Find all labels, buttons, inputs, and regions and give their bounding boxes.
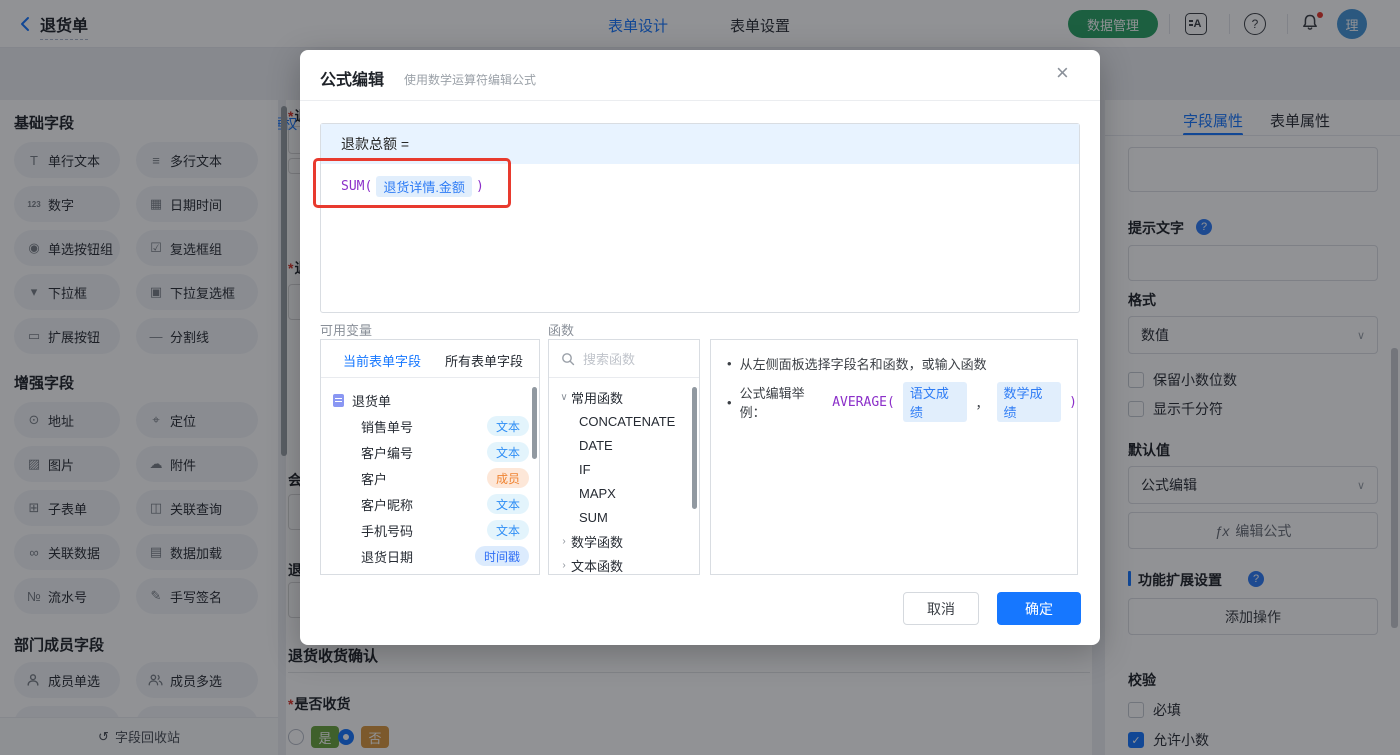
formula-editor[interactable]: 退款总额 = SUM( 退货详情.金额 ) [320, 123, 1080, 313]
function-item[interactable]: IF [549, 457, 699, 481]
function-item[interactable]: MAPX [549, 481, 699, 505]
type-badge: 成员 [486, 468, 529, 488]
function-item[interactable]: SUM [549, 505, 699, 529]
function-item[interactable]: CONCATENATE [549, 409, 699, 433]
variable-row[interactable]: 客户编号 文本 [321, 439, 539, 465]
function-item[interactable]: DATE [549, 433, 699, 457]
field-chip[interactable]: 退货详情.金额 [376, 176, 472, 197]
example-function-name: AVERAGE( [832, 394, 895, 410]
help-tip-2: • 公式编辑举例： AVERAGE(语文成绩，数学成绩) [727, 382, 1077, 422]
function-group-math[interactable]: › 数学函数 [549, 529, 699, 553]
functions-panel: 搜索函数 ∨ 常用函数 CONCATENATE DATE IF MAPX SUM … [548, 339, 700, 575]
functions-label: 函数 [548, 323, 575, 338]
divider [300, 100, 1100, 101]
type-badge: 时间戳 [474, 546, 529, 566]
closing-paren: ) [475, 179, 484, 194]
variables-scrollbar[interactable] [532, 387, 537, 459]
dialog-title: 公式编辑 [320, 72, 385, 89]
function-name: SUM( [341, 179, 373, 194]
type-badge: 文本 [486, 520, 529, 540]
search-icon [562, 352, 575, 365]
type-badge: 文本 [486, 416, 529, 436]
type-badge: 文本 [486, 494, 529, 514]
variables-panel: 当前表单字段 所有表单字段 退货单 销售单号 文本 客户编号 文本 客户 成员 客户昵… [320, 339, 540, 575]
variables-label: 可用变量 [320, 323, 373, 338]
app-window: 退货单 表单设计 表单设置 数据管理 A ? 理 ⊘ 表单外链 ⊡ 后端脚本 ▥… [0, 0, 1400, 755]
function-group-common[interactable]: ∨ 常用函数 [549, 385, 699, 409]
cancel-button[interactable]: 取消 [903, 592, 979, 625]
variable-row[interactable]: 手机号码 文本 [321, 517, 539, 543]
variable-row[interactable]: 客户 成员 [321, 465, 539, 491]
chevron-down-icon: ∨ [560, 391, 568, 403]
formula-expression[interactable]: SUM( 退货详情.金额 ) [341, 176, 484, 197]
function-search-box[interactable]: 搜索函数 [549, 340, 699, 378]
example-closing-paren: ) [1069, 394, 1077, 410]
type-badge: 文本 [486, 442, 529, 462]
close-icon[interactable]: × [1056, 62, 1069, 84]
tab-all-form-fields[interactable]: 所有表单字段 [445, 351, 523, 370]
variable-row[interactable]: 客户昵称 文本 [321, 491, 539, 517]
chevron-right-icon: › [562, 559, 566, 571]
function-group-text[interactable]: › 文本函数 [549, 553, 699, 577]
formula-edit-dialog: 公式编辑 使用数学运算符编辑公式 × 退款总额 = SUM( 退货详情.金额 )… [300, 50, 1100, 645]
help-tip-1: • 从左侧面板选择字段名和函数，或输入函数 [727, 356, 987, 372]
tree-root-form[interactable]: 退货单 [321, 387, 539, 413]
variable-row[interactable]: 销售单号 文本 [321, 413, 539, 439]
dialog-subtitle: 使用数学运算符编辑公式 [404, 73, 537, 87]
chevron-right-icon: › [562, 535, 566, 547]
confirm-button[interactable]: 确定 [997, 592, 1081, 625]
example-field-chip: 语文成绩 [902, 382, 968, 422]
search-placeholder: 搜索函数 [583, 352, 636, 367]
tab-current-form-fields[interactable]: 当前表单字段 [343, 351, 421, 370]
variable-row[interactable]: 退货日期 时间戳 [321, 543, 539, 569]
formula-target-bar: 退款总额 = [321, 124, 1079, 164]
example-field-chip: 数学成绩 [996, 382, 1062, 422]
divider [321, 377, 539, 378]
functions-scrollbar[interactable] [692, 387, 697, 509]
help-panel: • 从左侧面板选择字段名和函数，或输入函数 • 公式编辑举例： AVERAGE(语… [710, 339, 1078, 575]
form-file-icon [333, 393, 344, 407]
